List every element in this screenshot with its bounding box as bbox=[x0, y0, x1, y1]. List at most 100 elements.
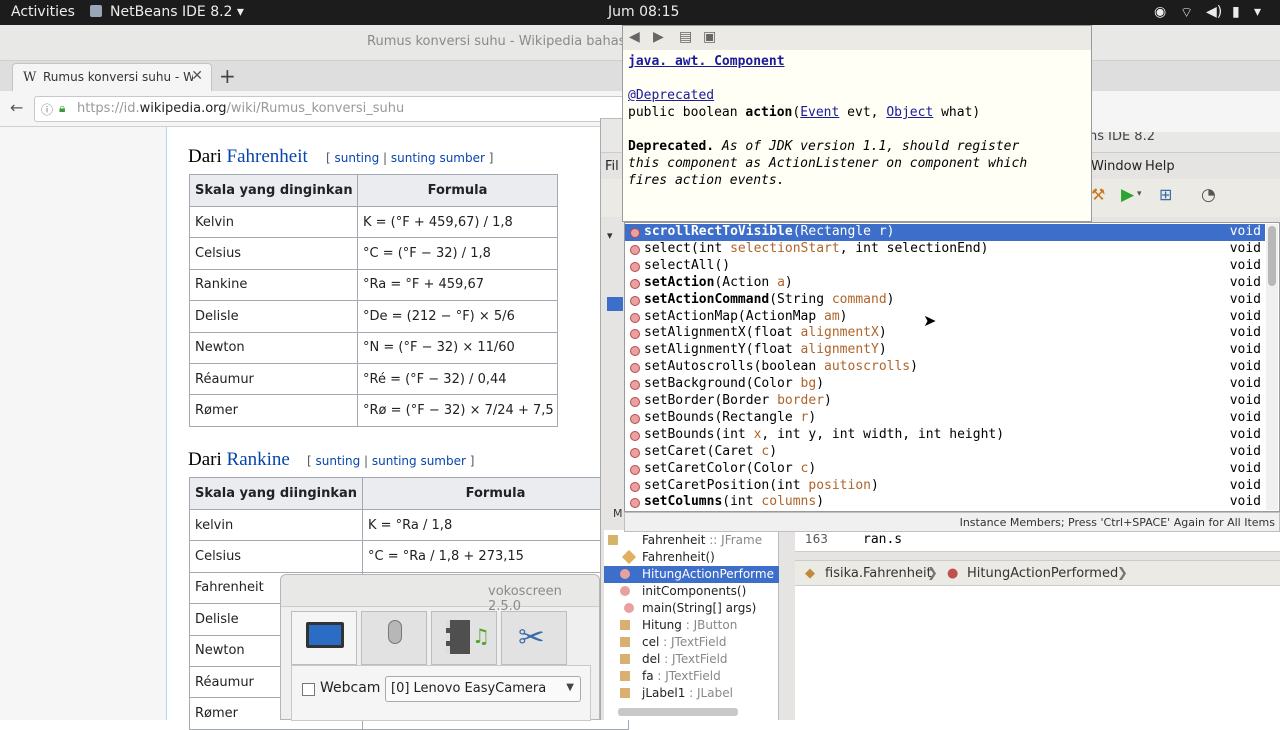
activities-button[interactable]: Activities bbox=[11, 4, 75, 20]
edit-link[interactable]: sunting bbox=[316, 454, 361, 468]
table-cell: Celsius bbox=[189, 540, 363, 573]
output-pane bbox=[795, 586, 1280, 720]
list-item-selected[interactable]: HitungActionPerforme bbox=[604, 566, 779, 583]
return-type: void bbox=[1229, 359, 1261, 375]
completion-item[interactable]: select(int selectionStart, int selection… bbox=[625, 241, 1265, 258]
scroll-thumb[interactable] bbox=[1268, 226, 1276, 286]
method-icon bbox=[630, 464, 640, 475]
run-icon[interactable]: ▶ bbox=[1121, 185, 1134, 205]
wikipedia-favicon-icon: W bbox=[23, 70, 37, 85]
completion-item[interactable]: setBounds(Rectangle r) void bbox=[625, 410, 1265, 427]
method-icon bbox=[630, 278, 640, 289]
code-line[interactable]: ran.s bbox=[863, 532, 902, 547]
clean-build-icon[interactable]: ⚒ bbox=[1091, 185, 1105, 204]
class-link[interactable]: java. awt. Component bbox=[628, 54, 785, 69]
table-cell: Rankine bbox=[189, 268, 358, 302]
battery-icon[interactable]: ▮ bbox=[1232, 4, 1240, 20]
open-in-browser-icon[interactable]: ▤ bbox=[679, 29, 692, 45]
open-source-icon[interactable]: ▣ bbox=[703, 29, 716, 45]
method-icon: ● bbox=[947, 566, 959, 581]
completion-item[interactable]: selectAll() void bbox=[625, 258, 1265, 275]
back-button[interactable]: ← bbox=[10, 98, 23, 117]
method-icon bbox=[630, 413, 640, 424]
volume-icon[interactable]: ◀) bbox=[1206, 4, 1222, 20]
annotation-link[interactable]: @Deprecated bbox=[628, 88, 714, 103]
wifi-icon[interactable]: ⌔ bbox=[1180, 4, 1193, 22]
completion-item[interactable]: setBackground(Color bg) void bbox=[625, 376, 1265, 393]
method-icon bbox=[630, 261, 640, 272]
tab-audio[interactable] bbox=[361, 611, 427, 665]
table-cell: Réaumur bbox=[189, 362, 358, 396]
completion-item[interactable]: setActionMap(ActionMap am) void bbox=[625, 309, 1265, 326]
dropdown-arrow-icon[interactable]: ▾ bbox=[1137, 189, 1142, 199]
breadcrumb: ◆ fisika.Fahrenheit ❯ ● HitungActionPerf… bbox=[795, 560, 1280, 586]
horizontal-scrollbar[interactable] bbox=[618, 708, 738, 716]
type-link[interactable]: Object bbox=[886, 105, 933, 120]
code-editor[interactable]: 163 ran.s bbox=[795, 530, 1280, 552]
table-cell: Delisle bbox=[189, 300, 358, 333]
menu-help[interactable]: Help bbox=[1145, 159, 1175, 174]
menu-window[interactable]: Window bbox=[1091, 159, 1142, 174]
webcam-checkbox[interactable] bbox=[302, 683, 315, 696]
menu-file[interactable]: Fil bbox=[605, 159, 619, 174]
profile-icon[interactable]: ◔ bbox=[1201, 185, 1216, 205]
back-icon[interactable]: ◀ bbox=[629, 29, 640, 45]
constructor-icon bbox=[621, 549, 637, 565]
return-type: void bbox=[1229, 426, 1261, 442]
debug-icon[interactable]: ⊞ bbox=[1159, 185, 1172, 204]
completion-item[interactable]: setBounds(int x, int y, int width, int h… bbox=[625, 427, 1265, 444]
completion-item[interactable]: setCaret(Caret c) void bbox=[625, 444, 1265, 461]
method-icon bbox=[630, 295, 640, 306]
return-type: void bbox=[1229, 409, 1261, 425]
breadcrumb-item[interactable]: fisika.Fahrenheit bbox=[825, 566, 932, 581]
fahrenheit-link[interactable]: Fahrenheit bbox=[227, 146, 308, 167]
completion-item[interactable]: setAction(Action a) void bbox=[625, 275, 1265, 292]
new-tab-button[interactable]: + bbox=[219, 64, 236, 88]
edit-source-link[interactable]: sunting sumber bbox=[391, 151, 485, 165]
tab-rumus-konversi-suhu[interactable]: W Rumus konversi suhu - W ✕ bbox=[12, 63, 212, 91]
forward-icon[interactable]: ▶ bbox=[653, 29, 664, 45]
completion-item[interactable]: setAlignmentY(float alignmentY) void bbox=[625, 342, 1265, 359]
completion-item[interactable]: setAlignmentX(float alignmentX) void bbox=[625, 325, 1265, 342]
completion-item[interactable]: setActionCommand(String command) void bbox=[625, 292, 1265, 309]
completion-item[interactable]: scrollRectToVisible(Rectangle r) void bbox=[625, 224, 1265, 241]
completion-item[interactable]: setCaretColor(Color c) void bbox=[625, 461, 1265, 478]
section-heading-rankine: Dari Rankine bbox=[188, 449, 290, 470]
method-icon bbox=[630, 498, 640, 509]
method-icon bbox=[630, 481, 640, 492]
method-icon bbox=[630, 346, 640, 357]
app-menu[interactable]: NetBeans IDE 8.2 ▾ bbox=[110, 4, 244, 20]
type-link[interactable]: Event bbox=[800, 105, 839, 120]
info-icon[interactable]: ⓘ bbox=[41, 101, 53, 118]
close-tab-icon[interactable]: ✕ bbox=[191, 68, 203, 84]
breadcrumb-item[interactable]: HitungActionPerformed bbox=[967, 566, 1118, 581]
accessibility-icon[interactable]: ◉ bbox=[1154, 4, 1166, 20]
tools-icon: ✂ bbox=[518, 618, 545, 656]
line-number: 163 bbox=[805, 532, 828, 546]
edit-link[interactable]: sunting bbox=[335, 151, 380, 165]
camera-select[interactable]: [0] Lenovo EasyCamera ▼ bbox=[385, 676, 581, 702]
completion-item[interactable]: setBorder(Border border) void bbox=[625, 393, 1265, 410]
vokoscreen-title: vokoscreen 2.5.0 bbox=[488, 584, 562, 614]
microphone-icon bbox=[388, 620, 402, 644]
completion-item[interactable]: setAutoscrolls(boolean autoscrolls) void bbox=[625, 359, 1265, 376]
edit-source-link[interactable]: sunting sumber bbox=[372, 454, 466, 468]
tab-video[interactable]: ♫ bbox=[431, 611, 497, 665]
chevron-right-icon: ❯ bbox=[927, 566, 938, 581]
collapse-icon[interactable]: ▾ bbox=[607, 229, 613, 242]
chevron-down-icon: ▼ bbox=[566, 682, 574, 693]
method-icon bbox=[630, 244, 640, 255]
method-signature: setCaretColor(Color c) bbox=[644, 460, 817, 476]
table-cell: K = °Ra / 1,8 bbox=[362, 508, 629, 542]
completion-scrollbar[interactable] bbox=[1266, 224, 1278, 510]
completion-item[interactable]: setColumns(int columns) void bbox=[625, 494, 1265, 511]
completion-item[interactable]: setCaretPosition(int position) void bbox=[625, 478, 1265, 495]
panel-tab[interactable]: M bbox=[613, 507, 623, 520]
rankine-link[interactable]: Rankine bbox=[227, 449, 290, 470]
system-menu-icon[interactable]: ▾ bbox=[1254, 4, 1261, 20]
tab-settings[interactable]: ✂ bbox=[501, 611, 567, 665]
table-row: Newton °N = (°F − 32) × 11/60 bbox=[189, 331, 558, 364]
tab-screen[interactable] bbox=[291, 611, 357, 665]
mouse-pointer-icon: ➤ bbox=[923, 311, 937, 330]
clock[interactable]: Jum 08:15 bbox=[608, 4, 679, 20]
